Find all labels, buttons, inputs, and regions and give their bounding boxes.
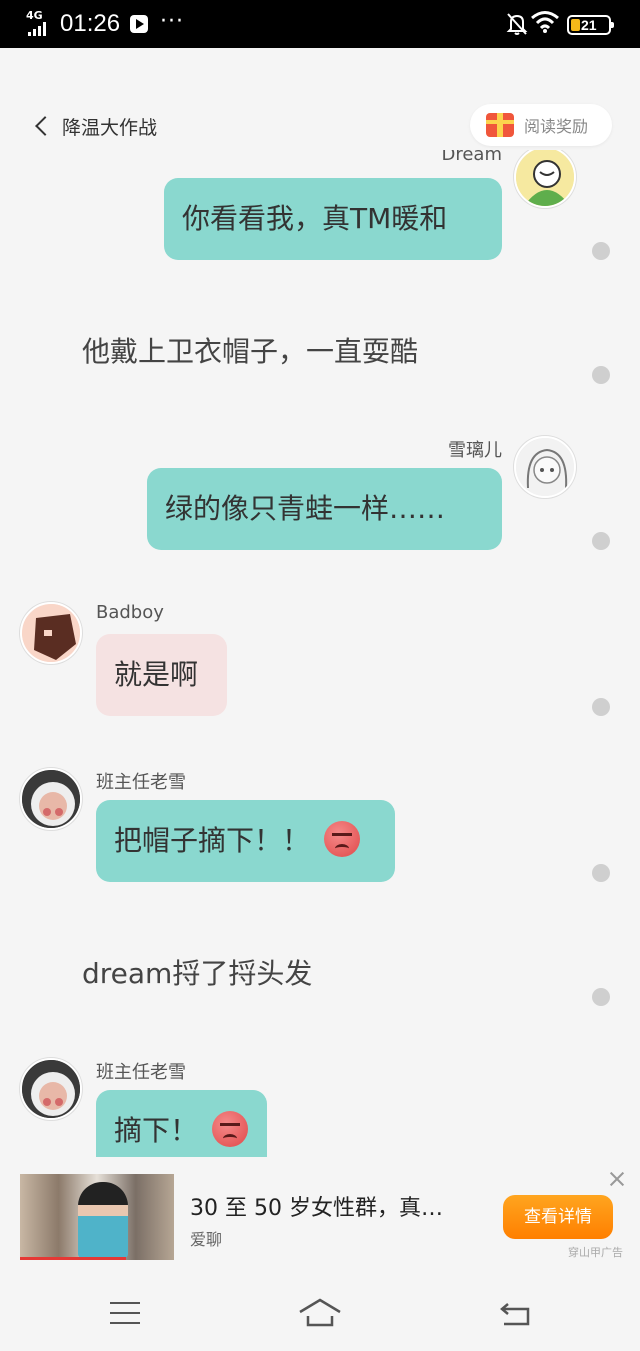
- media-app-icon: [130, 15, 148, 33]
- battery-icon: 21: [567, 15, 614, 35]
- ad-image[interactable]: [20, 1174, 174, 1260]
- ad-view-details-button[interactable]: 查看详情: [503, 1195, 613, 1239]
- status-time: 01:26: [60, 10, 121, 37]
- comment-dot-icon[interactable]: [592, 242, 610, 260]
- avatar[interactable]: [20, 768, 82, 830]
- gift-icon: [486, 113, 514, 137]
- avatar[interactable]: [514, 436, 576, 498]
- reading-reward-label: 阅读奖励: [524, 117, 589, 136]
- network-type: 4G: [26, 9, 43, 22]
- angry-face-icon: [324, 821, 361, 857]
- home-icon[interactable]: [298, 1298, 342, 1328]
- sender-name: 雪璃儿: [448, 440, 502, 461]
- comment-dot-icon[interactable]: [592, 864, 610, 882]
- comment-dot-icon[interactable]: [592, 366, 610, 384]
- back-button[interactable]: 降温大作战: [30, 110, 180, 142]
- angry-face-icon: [212, 1111, 249, 1147]
- sender-name: 班主任老雪: [96, 772, 186, 793]
- avatar-image: [22, 1060, 80, 1118]
- system-nav-bar: [0, 1270, 640, 1351]
- narration-text: 他戴上卫衣帽子，一直耍酷: [82, 335, 419, 368]
- avatar-image: [22, 770, 80, 828]
- avatar-image: [516, 150, 574, 206]
- close-icon[interactable]: [608, 1170, 626, 1188]
- avatar[interactable]: [20, 1058, 82, 1120]
- story-title: 降温大作战: [62, 116, 158, 139]
- message-bubble[interactable]: 把帽子摘下！！: [96, 800, 395, 882]
- status-bar: 4G 01:26 ··· 21: [0, 0, 640, 48]
- message-bubble[interactable]: 绿的像只青蛙一样……: [147, 468, 502, 550]
- ad-source: 爱聊: [190, 1230, 223, 1249]
- chevron-left-icon: [35, 116, 55, 136]
- message-bubble[interactable]: 就是啊: [96, 634, 227, 716]
- signal-icon: [28, 22, 50, 36]
- avatar-image: [22, 604, 80, 662]
- ad-provider-tag: 穿山甲广告: [568, 1246, 623, 1259]
- ad-video-progress: [20, 1257, 126, 1260]
- message-text: 把帽子摘下！！: [114, 824, 311, 857]
- narration-text: dream捋了捋头发: [82, 957, 313, 990]
- chat-area[interactable]: Dream 你看看我，真TM暖和 他戴上卫衣帽子，一直耍酷 雪璃儿 绿的像只青蛙…: [0, 150, 640, 1157]
- sender-name: Dream: [441, 150, 502, 165]
- avatar-image: [516, 438, 574, 496]
- message-bubble[interactable]: 摘下！: [96, 1090, 267, 1157]
- more-notifications-icon: ···: [160, 9, 184, 34]
- avatar[interactable]: [20, 602, 82, 664]
- message-bubble[interactable]: 你看看我，真TM暖和: [164, 178, 502, 260]
- ad-banner[interactable]: 30 至 50 岁女性群，真… 爱聊 查看详情 穿山甲广告: [0, 1162, 640, 1266]
- wifi-icon: [531, 11, 559, 33]
- back-nav-icon[interactable]: [500, 1300, 530, 1326]
- battery-level: 21: [581, 17, 597, 33]
- avatar[interactable]: [514, 150, 576, 208]
- comment-dot-icon[interactable]: [592, 988, 610, 1006]
- menu-icon[interactable]: [110, 1302, 140, 1324]
- ad-person-image: [78, 1182, 128, 1258]
- ad-title[interactable]: 30 至 50 岁女性群，真…: [190, 1190, 443, 1222]
- comment-dot-icon[interactable]: [592, 532, 610, 550]
- reading-reward-button[interactable]: 阅读奖励: [470, 104, 612, 146]
- message-text: 摘下！: [114, 1114, 199, 1147]
- sender-name: 班主任老雪: [96, 1062, 186, 1083]
- comment-dot-icon[interactable]: [592, 698, 610, 716]
- sender-name: Badboy: [96, 602, 164, 623]
- bell-muted-icon: [506, 13, 528, 35]
